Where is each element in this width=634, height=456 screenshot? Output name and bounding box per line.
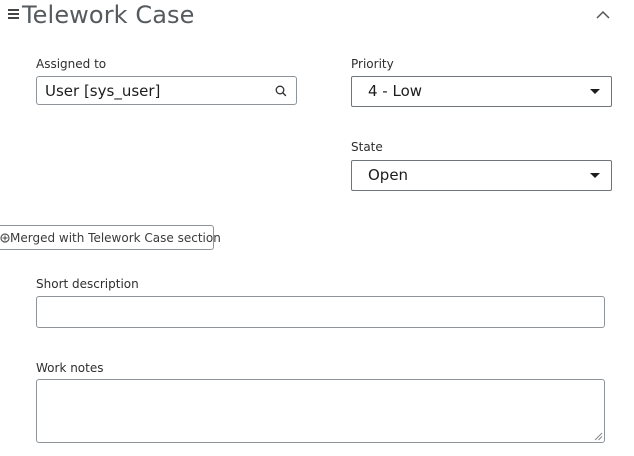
work-notes-textarea[interactable] [36, 379, 605, 443]
work-notes-label: Work notes [36, 361, 104, 375]
assigned-to-input[interactable]: User [sys_user] [36, 76, 297, 105]
search-icon[interactable] [274, 84, 288, 98]
priority-label: Priority [351, 57, 394, 71]
section-header: Telework Case [0, 0, 634, 34]
merged-section-button[interactable]: Merged with Telework Case section [0, 225, 221, 250]
assigned-to-label: Assigned to [36, 57, 107, 71]
dropdown-caret-icon [590, 173, 600, 178]
state-select[interactable]: Open [351, 160, 612, 191]
short-description-input[interactable] [36, 296, 605, 328]
hamburger-menu-icon[interactable] [8, 9, 19, 19]
section-title: Telework Case [22, 1, 195, 29]
state-value: Open [368, 166, 409, 184]
assigned-to-value: User [sys_user] [45, 82, 161, 100]
priority-select[interactable]: 4 - Low [351, 76, 612, 107]
form-page: Telework Case Assigned to User [sys_user… [0, 0, 634, 456]
resize-grip-icon[interactable] [594, 432, 603, 441]
dropdown-caret-icon [590, 89, 600, 94]
merged-section-label: Merged with Telework Case section [10, 231, 221, 245]
chevron-up-icon[interactable] [595, 9, 611, 21]
state-label: State [351, 140, 383, 154]
short-description-label: Short description [36, 277, 139, 291]
priority-value: 4 - Low [368, 82, 423, 100]
